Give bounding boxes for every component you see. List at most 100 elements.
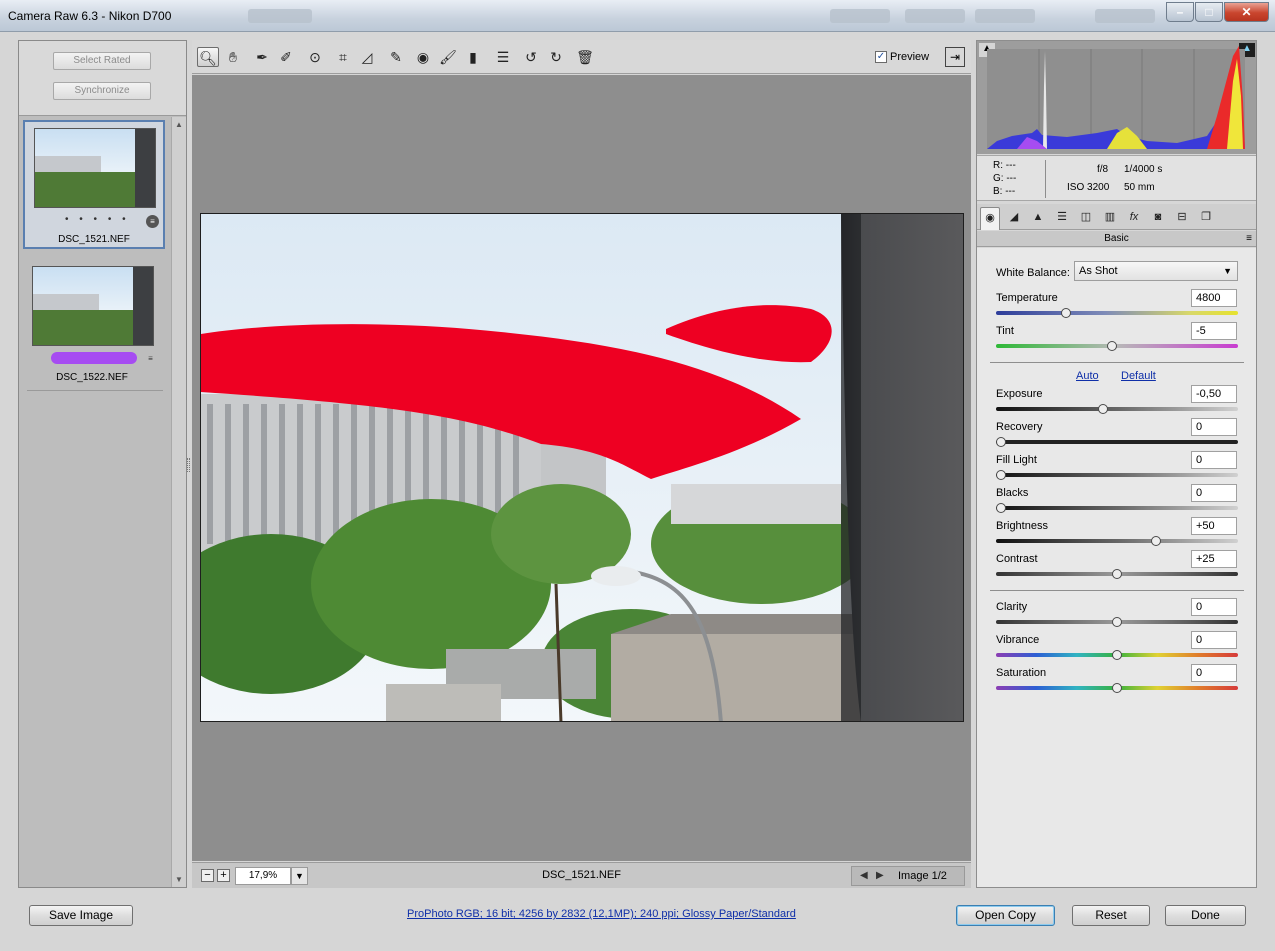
crop-tool-icon[interactable]: ⌗ bbox=[332, 47, 354, 67]
hand-tool-icon[interactable]: ✋︎ bbox=[222, 47, 244, 67]
title-bar: Camera Raw 6.3 - Nikon D700 – □ ✕ bbox=[0, 0, 1275, 32]
fullscreen-toggle-icon[interactable]: ⇥ bbox=[945, 47, 965, 67]
filmstrip-item[interactable]: • • • • • ≡ DSC_1521.NEF bbox=[23, 120, 165, 249]
graduated-filter-tool-icon[interactable]: ▮ bbox=[462, 47, 484, 67]
done-button[interactable]: Done bbox=[1165, 905, 1246, 926]
preview-checkbox[interactable]: ✓ bbox=[875, 51, 887, 63]
brightness-field[interactable]: +50 bbox=[1191, 517, 1237, 535]
filmstrip-scrollbar[interactable]: ▲ ▼ bbox=[171, 117, 186, 887]
image-preview-area[interactable] bbox=[192, 75, 971, 861]
panel-menu-icon[interactable]: ≡ bbox=[1246, 231, 1252, 246]
tab-hsl-icon[interactable]: ☰ bbox=[1052, 207, 1072, 227]
blacks-label: Blacks bbox=[996, 487, 1029, 499]
filmstrip-item[interactable]: ≡ DSC_1522.NEF bbox=[23, 260, 165, 385]
targeted-adjustment-tool-icon[interactable]: ⊙ bbox=[304, 47, 326, 67]
blacks-slider-handle[interactable] bbox=[996, 503, 1006, 513]
recovery-slider[interactable] bbox=[996, 440, 1238, 444]
blacks-slider[interactable] bbox=[996, 506, 1238, 510]
synchronize-button[interactable]: Synchronize bbox=[53, 82, 151, 100]
vibrance-slider-handle[interactable] bbox=[1112, 650, 1122, 660]
tab-snapshots-icon[interactable]: ❐ bbox=[1196, 207, 1216, 227]
temperature-slider-handle[interactable] bbox=[1060, 308, 1071, 318]
fill-light-slider[interactable] bbox=[996, 473, 1238, 477]
contrast-slider-handle[interactable] bbox=[1112, 569, 1122, 579]
contrast-label: Contrast bbox=[996, 553, 1038, 565]
auto-link[interactable]: Auto bbox=[1076, 370, 1099, 382]
blurred-region bbox=[1095, 9, 1155, 23]
preview-label[interactable]: Preview bbox=[890, 51, 929, 63]
basic-panel: White Balance: As Shot ▼ Temperature 480… bbox=[977, 248, 1256, 887]
aperture-value: f/8 bbox=[1097, 164, 1109, 175]
thumbnail-adjust-icon: ≡ bbox=[148, 354, 153, 363]
tab-detail-icon[interactable]: ▲ bbox=[1028, 207, 1048, 227]
tint-slider-handle[interactable] bbox=[1107, 341, 1118, 351]
tint-field[interactable]: -5 bbox=[1191, 322, 1237, 340]
brightness-slider[interactable] bbox=[996, 539, 1238, 543]
tab-effects-icon[interactable]: fx bbox=[1124, 207, 1144, 227]
close-button[interactable]: ✕ bbox=[1224, 2, 1269, 22]
clarity-slider-handle[interactable] bbox=[1112, 617, 1122, 627]
tab-lens-corrections-icon[interactable]: ▥ bbox=[1100, 207, 1120, 227]
next-image-icon[interactable]: ▶ bbox=[876, 870, 884, 881]
panel-splitter[interactable] bbox=[187, 458, 190, 472]
trash-icon[interactable]: 🗑︎ bbox=[574, 47, 596, 67]
open-copy-button[interactable]: Open Copy bbox=[956, 905, 1055, 926]
rotate-right-icon[interactable]: ↻ bbox=[545, 47, 567, 67]
blacks-field[interactable]: 0 bbox=[1191, 484, 1237, 502]
maximize-button[interactable]: □ bbox=[1195, 2, 1223, 22]
image-navigator: ◀ ▶ Image 1/2 bbox=[851, 866, 965, 886]
scroll-up-icon[interactable]: ▲ bbox=[175, 120, 183, 129]
scroll-down-icon[interactable]: ▼ bbox=[175, 875, 183, 884]
star-rating[interactable]: • • • • • bbox=[65, 214, 130, 225]
straighten-tool-icon[interactable]: ◿ bbox=[356, 47, 378, 67]
divider bbox=[27, 390, 163, 391]
reset-button[interactable]: Reset bbox=[1072, 905, 1150, 926]
brightness-slider-handle[interactable] bbox=[1151, 536, 1162, 546]
fill-light-slider-handle[interactable] bbox=[996, 470, 1006, 480]
zoom-tool-icon[interactable]: 🔍︎ bbox=[197, 47, 219, 67]
exposure-slider[interactable] bbox=[996, 407, 1238, 411]
saturation-slider-handle[interactable] bbox=[1112, 683, 1122, 693]
open-preferences-icon[interactable]: ☰ bbox=[492, 47, 514, 67]
tab-basic-icon[interactable]: ◉ bbox=[980, 207, 1000, 230]
save-image-button[interactable]: Save Image bbox=[29, 905, 133, 926]
exposure-field[interactable]: -0,50 bbox=[1191, 385, 1237, 403]
tab-presets-icon[interactable]: ⊟ bbox=[1172, 207, 1192, 227]
rotate-left-icon[interactable]: ↺ bbox=[520, 47, 542, 67]
thumbnail-filename: DSC_1522.NEF bbox=[56, 372, 128, 383]
fill-light-field[interactable]: 0 bbox=[1191, 451, 1237, 469]
default-link[interactable]: Default bbox=[1121, 370, 1156, 382]
contrast-field[interactable]: +25 bbox=[1191, 550, 1237, 568]
clarity-field[interactable]: 0 bbox=[1191, 598, 1237, 616]
minimize-button[interactable]: – bbox=[1166, 2, 1194, 22]
temperature-slider[interactable] bbox=[996, 311, 1238, 315]
previous-image-icon[interactable]: ◀ bbox=[860, 870, 868, 881]
image-counter: Image 1/2 bbox=[898, 870, 947, 882]
white-balance-select[interactable]: As Shot ▼ bbox=[1074, 261, 1238, 281]
spot-removal-tool-icon[interactable]: ✎ bbox=[385, 47, 407, 67]
divider bbox=[990, 590, 1244, 591]
histogram: ▲ ▲ bbox=[977, 41, 1256, 154]
white-balance-tool-icon[interactable]: ✒︎ bbox=[251, 47, 273, 67]
color-sampler-tool-icon[interactable]: ✐ bbox=[275, 47, 297, 67]
thumbnail-image[interactable] bbox=[32, 266, 154, 346]
workflow-options-link[interactable]: ProPhoto RGB; 16 bit; 4256 by 2832 (12,1… bbox=[407, 908, 796, 920]
recovery-field[interactable]: 0 bbox=[1191, 418, 1237, 436]
vibrance-field[interactable]: 0 bbox=[1191, 631, 1237, 649]
tool-bar: 🔍︎ ✋︎ ✒︎ ✐ ⊙ ⌗ ◿ ✎ ◉ 🖌︎ ▮ ☰ ↺ ↻ 🗑︎ ✓ Pre… bbox=[192, 40, 971, 74]
tab-camera-calibration-icon[interactable]: ◙ bbox=[1148, 207, 1168, 227]
tab-split-toning-icon[interactable]: ◫ bbox=[1076, 207, 1096, 227]
tab-tone-curve-icon[interactable]: ◢ bbox=[1004, 207, 1024, 227]
exposure-slider-handle[interactable] bbox=[1098, 404, 1109, 414]
select-rated-button[interactable]: Select Rated bbox=[53, 52, 151, 70]
temperature-field[interactable]: 4800 bbox=[1191, 289, 1237, 307]
thumbnail-filename: DSC_1521.NEF bbox=[58, 234, 130, 245]
focal-length-value: 50 mm bbox=[1124, 182, 1155, 193]
saturation-field[interactable]: 0 bbox=[1191, 664, 1237, 682]
recovery-slider-handle[interactable] bbox=[996, 437, 1006, 447]
adjustment-brush-tool-icon[interactable]: 🖌︎ bbox=[437, 47, 459, 67]
red-eye-removal-tool-icon[interactable]: ◉ bbox=[412, 47, 434, 67]
preview-photo[interactable] bbox=[200, 213, 964, 722]
recovery-label: Recovery bbox=[996, 421, 1043, 433]
thumbnail-image[interactable] bbox=[34, 128, 156, 208]
